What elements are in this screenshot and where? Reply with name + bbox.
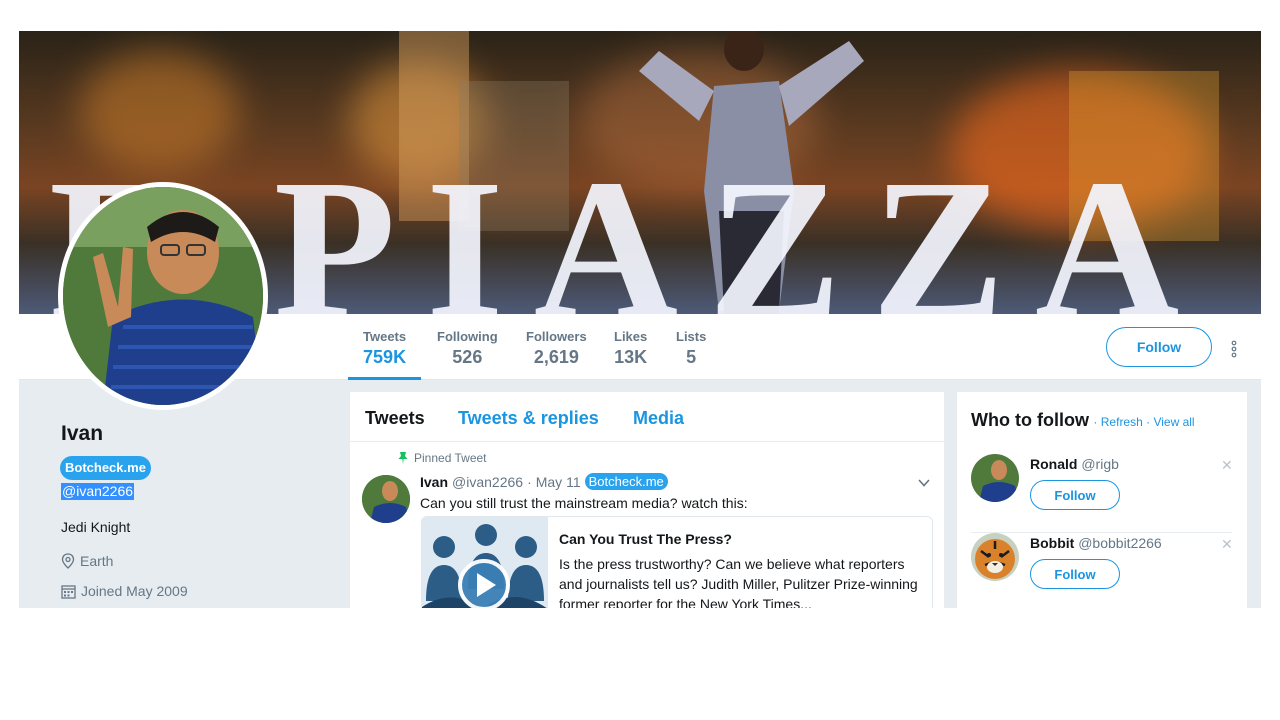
twitter-profile-screenshot: F PIAZZA Tweets 759K Following 526 Follo…	[19, 31, 1261, 608]
suggestion-follow-button[interactable]: Follow	[1030, 559, 1120, 589]
stat-likes[interactable]: Likes 13K	[614, 329, 647, 368]
stat-following[interactable]: Following 526	[437, 329, 498, 368]
stat-followers[interactable]: Followers 2,619	[526, 329, 587, 368]
pinned-tweet[interactable]: Pinned Tweet Ivan @ivan2266 · May 11 Bot…	[350, 443, 944, 608]
who-to-follow-title: Who to follow	[971, 410, 1089, 430]
dot-separator: ·	[1093, 415, 1101, 429]
card-description: Is the press trustworthy? Can we believe…	[559, 556, 918, 608]
suggestion-follow-button[interactable]: Follow	[1030, 480, 1120, 510]
profile-location-text: Earth	[80, 553, 114, 569]
stat-tweets[interactable]: Tweets 759K	[363, 329, 406, 368]
pinned-label: Pinned Tweet	[414, 451, 487, 465]
suggestion-display-name: Ronald	[1030, 456, 1078, 472]
link-card[interactable]: Can You Trust The Press? Is the press tr…	[421, 516, 933, 608]
card-thumbnail	[422, 517, 548, 608]
pin-icon	[398, 452, 408, 465]
suggestion-name[interactable]: Bobbit @bobbit2266	[1030, 535, 1162, 551]
stat-tweets-value: 759K	[363, 347, 407, 367]
suggestion-avatar[interactable]	[971, 533, 1019, 581]
stat-followers-label: Followers	[526, 329, 587, 344]
vertical-dots-icon[interactable]	[1228, 339, 1240, 359]
tweet-date[interactable]: May 11	[536, 474, 581, 490]
card-title: Can You Trust The Press?	[559, 531, 732, 547]
stat-following-label: Following	[437, 329, 498, 344]
dismiss-icon[interactable]: ✕	[1221, 536, 1233, 553]
stat-following-value: 526	[452, 347, 483, 367]
stat-lists-label: Lists	[676, 329, 707, 344]
tab-media[interactable]: Media	[633, 408, 684, 429]
who-to-follow-links: · Refresh · View all	[1093, 415, 1194, 429]
tweet-author-handle[interactable]: @ivan2266	[452, 474, 523, 490]
who-to-follow-header: Who to follow · Refresh · View all	[971, 410, 1195, 431]
stat-followers-value: 2,619	[533, 347, 579, 367]
profile-name: Ivan	[61, 422, 104, 445]
suggestion-name[interactable]: Ronald @rigb	[1030, 456, 1119, 472]
stat-likes-value: 13K	[614, 347, 648, 367]
suggestion-handle: @rigb	[1081, 456, 1119, 472]
active-stat-underline	[348, 377, 421, 380]
stat-lists-value: 5	[686, 347, 697, 367]
suggestion-display-name: Bobbit	[1030, 535, 1075, 551]
tweet-author-name[interactable]: Ivan	[420, 474, 448, 490]
profile-card: Ivan Botcheck.me @ivan2266 Jedi Knight E…	[19, 380, 349, 608]
calendar-icon	[61, 584, 76, 599]
botcheck-badge[interactable]: Botcheck.me	[60, 456, 151, 480]
follow-button[interactable]: Follow	[1106, 327, 1212, 367]
timeline: Tweets Tweets & replies Media Pinned Twe…	[350, 392, 944, 608]
tab-tweets-replies[interactable]: Tweets & replies	[458, 408, 599, 429]
tab-tweets[interactable]: Tweets	[365, 408, 425, 429]
refresh-link[interactable]: Refresh	[1101, 415, 1143, 429]
suggestion-item: Bobbit @bobbit2266 ✕ Follow	[971, 533, 1233, 608]
pinned-indicator: Pinned Tweet	[398, 451, 487, 465]
timeline-tabs: Tweets Tweets & replies Media	[350, 392, 944, 442]
dismiss-icon[interactable]: ✕	[1221, 457, 1233, 474]
stat-tweets-label: Tweets	[363, 329, 407, 344]
location-pin-icon	[61, 553, 75, 569]
suggestion-handle: @bobbit2266	[1078, 535, 1162, 551]
who-to-follow: Who to follow · Refresh · View all Ronal…	[957, 392, 1247, 608]
profile-joined-text: Joined May 2009	[81, 583, 188, 599]
chevron-down-icon[interactable]	[917, 476, 931, 490]
tweet-header: Ivan @ivan2266 · May 11 Botcheck.me	[420, 473, 668, 490]
view-all-link[interactable]: View all	[1153, 415, 1194, 429]
suggestion-avatar[interactable]	[971, 454, 1019, 502]
stat-lists[interactable]: Lists 5	[676, 329, 706, 368]
suggestion-item: Ronald @rigb ✕ Follow	[971, 454, 1233, 533]
profile-avatar[interactable]	[58, 182, 268, 410]
profile-handle: @ivan2266	[61, 483, 135, 500]
tweet-botcheck-badge[interactable]: Botcheck.me	[584, 473, 668, 490]
tweet-avatar[interactable]	[362, 475, 410, 523]
profile-bio: Jedi Knight	[61, 519, 131, 535]
profile-location: Earth	[61, 553, 113, 569]
page: F PIAZZA Tweets 759K Following 526 Follo…	[0, 0, 1280, 720]
stat-likes-label: Likes	[614, 329, 648, 344]
tweet-text: Can you still trust the mainstream media…	[420, 495, 748, 511]
profile-joined: Joined May 2009	[61, 583, 188, 599]
tweet-separator: ·	[527, 473, 532, 490]
dot-separator: ·	[1142, 415, 1154, 429]
